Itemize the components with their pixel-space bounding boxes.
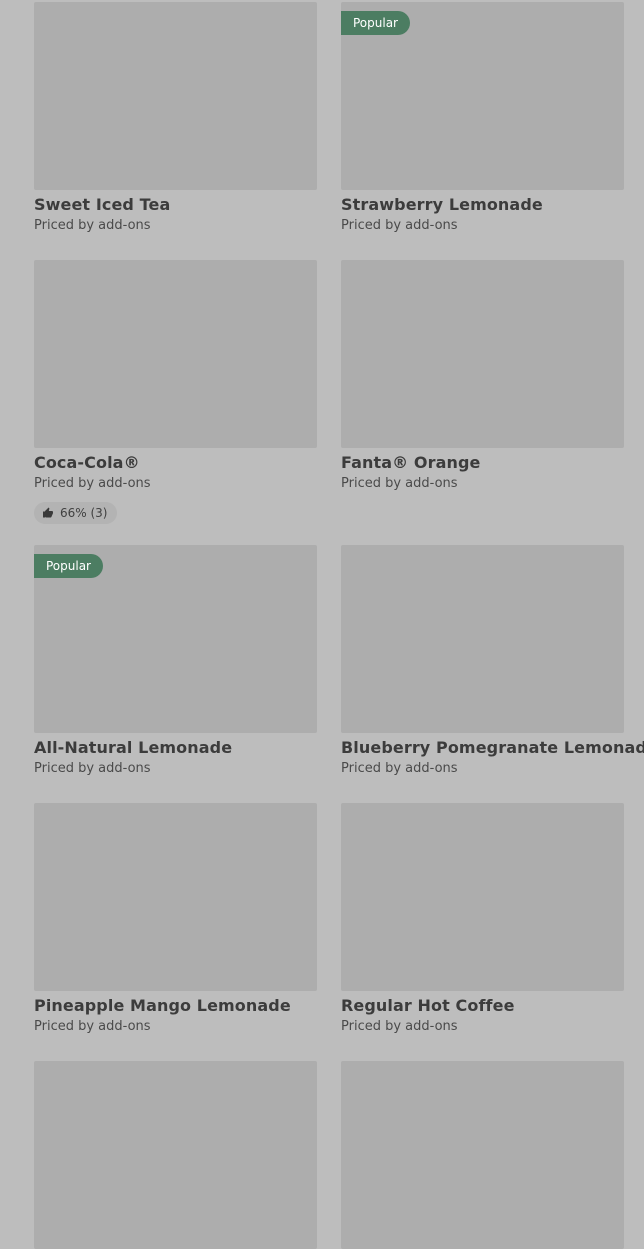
item-name: Coca-Cola® — [34, 453, 140, 472]
rating-text: 66% (3) — [60, 506, 108, 520]
thumbs-up-icon — [43, 507, 53, 518]
item-image[interactable] — [341, 260, 624, 448]
menu-item-card[interactable]: Pineapple Mango Lemonade Priced by add-o… — [34, 803, 317, 1061]
menu-item-card[interactable] — [34, 1061, 317, 1249]
item-image[interactable] — [34, 803, 317, 991]
item-image[interactable] — [34, 2, 317, 190]
item-image[interactable] — [34, 1061, 317, 1249]
menu-item-card[interactable] — [341, 1061, 624, 1249]
item-image[interactable] — [341, 1061, 624, 1249]
item-price: Priced by add-ons — [341, 476, 458, 491]
menu-item-card[interactable]: Sweet Iced Tea Priced by add-ons — [34, 2, 317, 260]
item-name: All-Natural Lemonade — [34, 738, 233, 757]
item-image[interactable] — [341, 803, 624, 991]
item-name: Regular Hot Coffee — [341, 996, 515, 1015]
item-name: Pineapple Mango Lemonade — [34, 996, 291, 1015]
rating-badge: 66% (3) — [34, 502, 118, 524]
item-name: Blueberry Pomegranate Lemonade — [341, 738, 644, 757]
item-image[interactable] — [34, 260, 317, 448]
item-price: Priced by add-ons — [34, 476, 151, 491]
item-image[interactable] — [341, 545, 624, 733]
menu-item-card[interactable]: Popular All-Natural Lemonade Priced by a… — [34, 545, 317, 803]
popular-badge: Popular — [341, 11, 410, 35]
menu-item-card[interactable]: Popular Strawberry Lemonade Priced by ad… — [341, 2, 624, 260]
menu-item-card[interactable]: Coca-Cola® Priced by add-ons 66% (3) — [34, 260, 317, 545]
item-price: Priced by add-ons — [341, 218, 458, 233]
item-name: Fanta® Orange — [341, 453, 481, 472]
popular-badge: Popular — [34, 554, 103, 578]
menu-item-card[interactable]: Regular Hot Coffee Priced by add-ons — [341, 803, 624, 1061]
menu-item-card[interactable]: Blueberry Pomegranate Lemonade Priced by… — [341, 545, 644, 803]
item-price: Priced by add-ons — [34, 761, 151, 776]
item-price: Priced by add-ons — [34, 1019, 151, 1034]
menu-item-card[interactable]: Fanta® Orange Priced by add-ons — [341, 260, 624, 545]
item-price: Priced by add-ons — [341, 1019, 458, 1034]
item-price: Priced by add-ons — [34, 218, 151, 233]
item-price: Priced by add-ons — [341, 761, 458, 776]
item-name: Sweet Iced Tea — [34, 195, 171, 214]
item-name: Strawberry Lemonade — [341, 195, 543, 214]
menu-grid: Sweet Iced Tea Priced by add-ons Popular… — [34, 2, 644, 1249]
